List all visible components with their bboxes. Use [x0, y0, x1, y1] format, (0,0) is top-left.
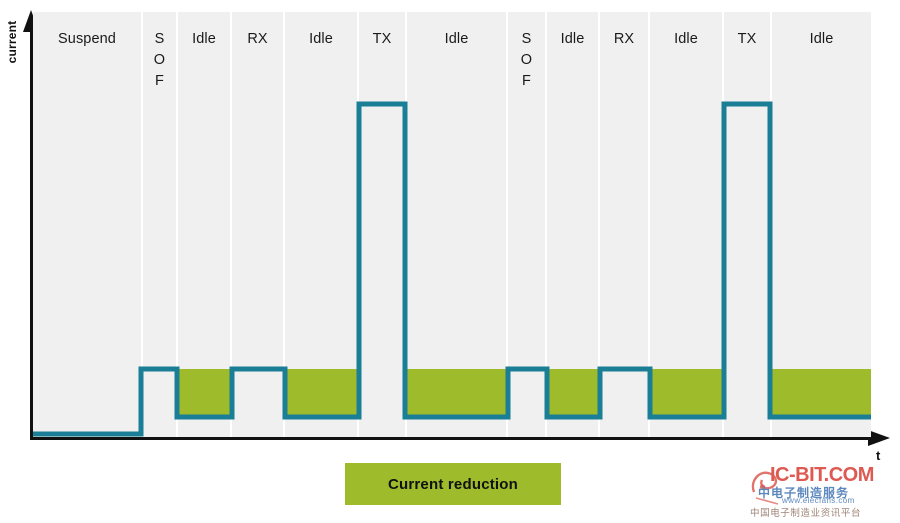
- y-axis-label: current: [5, 20, 19, 64]
- current-waveform: [33, 101, 871, 437]
- watermark-tagline: 中国电子制造业资讯平台: [750, 508, 862, 519]
- watermark-swirl-icon: [751, 471, 779, 505]
- reduction-fill-rect: [405, 369, 508, 417]
- x-axis-line: [30, 437, 875, 440]
- watermark-brand: IC-BIT.COM: [770, 464, 874, 486]
- watermark-subtitle: 中电子制造服务: [758, 486, 850, 500]
- reduction-fill-rect: [650, 369, 724, 417]
- current-reduction-fill: [177, 369, 871, 417]
- legend-label: Current reduction: [387, 475, 519, 493]
- reduction-fill-rect: [177, 369, 232, 417]
- watermark: IC-BIT.COM 中电子制造服务 www.elecfans.com 中国电子…: [748, 462, 898, 520]
- figure-canvas: current t Suspend S O F Idle RX Idle TX Idle S …: [0, 0, 900, 523]
- watermark-url: www.elecfans.com: [782, 496, 855, 505]
- plot-area: Suspend S O F Idle RX Idle TX Idle S O F Idle RX I…: [33, 12, 871, 437]
- reduction-fill-rect: [547, 369, 600, 417]
- x-axis-arrow-icon: [868, 430, 890, 446]
- x-axis-label: t: [876, 448, 881, 463]
- reduction-fill-rect: [770, 369, 871, 417]
- reduction-fill-rect: [285, 369, 359, 417]
- current-reduction-legend: Current reduction: [345, 463, 561, 505]
